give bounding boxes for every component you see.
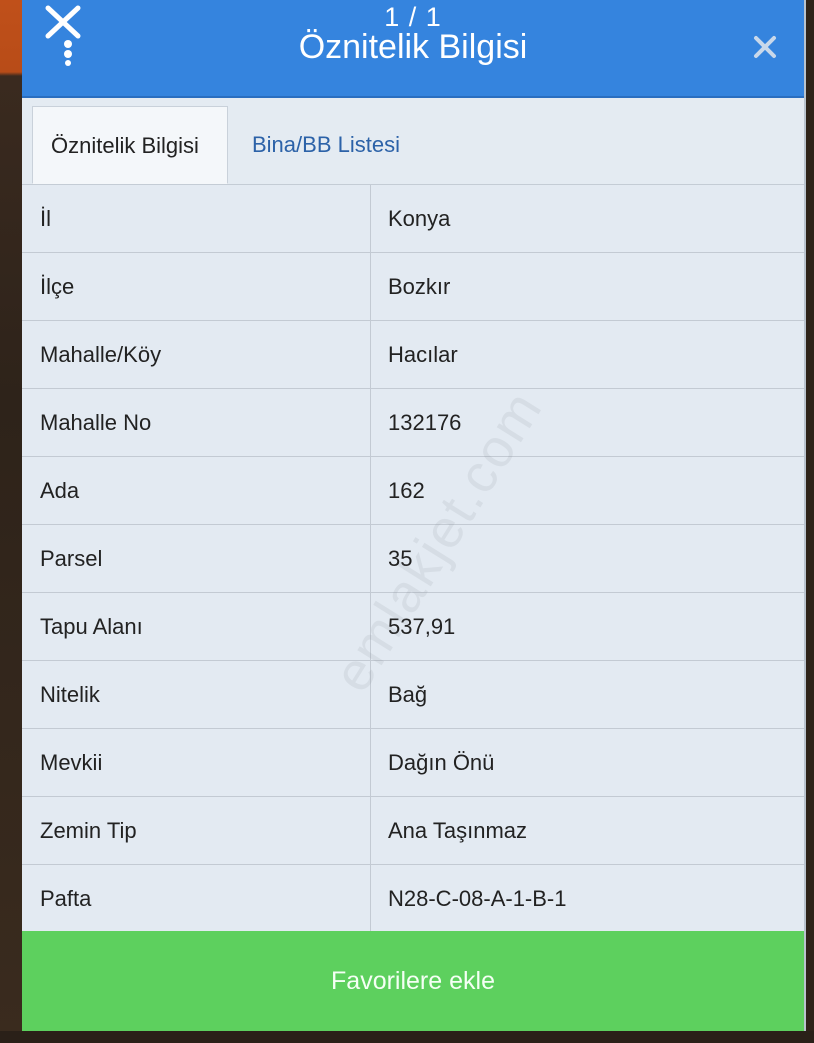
table-row: Pafta N28-C-08-A-1-B-1: [22, 865, 804, 933]
attribute-value: Bağ: [388, 682, 428, 707]
table-row: Nitelik Bağ: [22, 661, 804, 729]
attribute-value: 132176: [388, 410, 462, 435]
attribute-value: N28-C-08-A-1-B-1: [388, 886, 567, 911]
table-row: Mahalle No 132176: [22, 389, 804, 457]
attribute-value: 162: [388, 478, 425, 503]
attribute-value: 35: [388, 546, 413, 571]
table-row: İl Konya: [22, 185, 804, 253]
attribute-value: Bozkır: [388, 274, 451, 299]
dialog-header: 1 / 1 Öznitelik Bilgisi: [22, 0, 804, 98]
table-row: Mahalle/Köy Hacılar: [22, 321, 804, 389]
table-row: Ada 162: [22, 457, 804, 525]
attribute-dialog: 1 / 1 Öznitelik Bilgisi Öznitelik Bilgis…: [22, 0, 806, 1031]
table-row: İlçe Bozkır: [22, 253, 804, 321]
table-row: Parsel 35: [22, 525, 804, 593]
table-row: Zemin Tip Ana Taşınmaz: [22, 797, 804, 865]
attribute-key: Ada: [22, 457, 371, 524]
attribute-key: Pafta: [22, 865, 371, 932]
attribute-key: Tapu Alanı: [22, 593, 371, 660]
attribute-value: Konya: [388, 206, 451, 231]
add-to-favorites-button[interactable]: Favorilere ekle: [22, 931, 804, 1031]
attribute-key: Parsel: [22, 525, 371, 592]
background-map-bottom: [0, 1031, 814, 1043]
table-row: Tapu Alanı 537,91: [22, 593, 804, 661]
close-icon[interactable]: [752, 34, 778, 60]
background-map-left: [0, 0, 22, 1043]
attribute-key: Zemin Tip: [22, 797, 371, 864]
attribute-key: Mahalle No: [22, 389, 371, 456]
tab-building-list[interactable]: Bina/BB Listesi: [234, 106, 418, 184]
table-row: Mevkii Dağın Önü: [22, 729, 804, 797]
attribute-value: Ana Taşınmaz: [388, 818, 528, 843]
attribute-key: İlçe: [22, 253, 371, 320]
tab-attribute-info[interactable]: Öznitelik Bilgisi: [32, 106, 228, 184]
attribute-value: Dağın Önü: [388, 750, 495, 775]
attribute-key: Nitelik: [22, 661, 371, 728]
tab-bar: Öznitelik Bilgisi Bina/BB Listesi: [22, 98, 804, 185]
attribute-key: İl: [22, 185, 371, 252]
attribute-value: Hacılar: [388, 342, 458, 367]
attribute-table: İl Konya İlçe Bozkır Mahalle/Köy Hacılar…: [22, 185, 804, 933]
attribute-value: 537,91: [388, 614, 456, 639]
attribute-key: Mevkii: [22, 729, 371, 796]
attribute-key: Mahalle/Köy: [22, 321, 371, 388]
dialog-title: Öznitelik Bilgisi: [298, 28, 528, 66]
